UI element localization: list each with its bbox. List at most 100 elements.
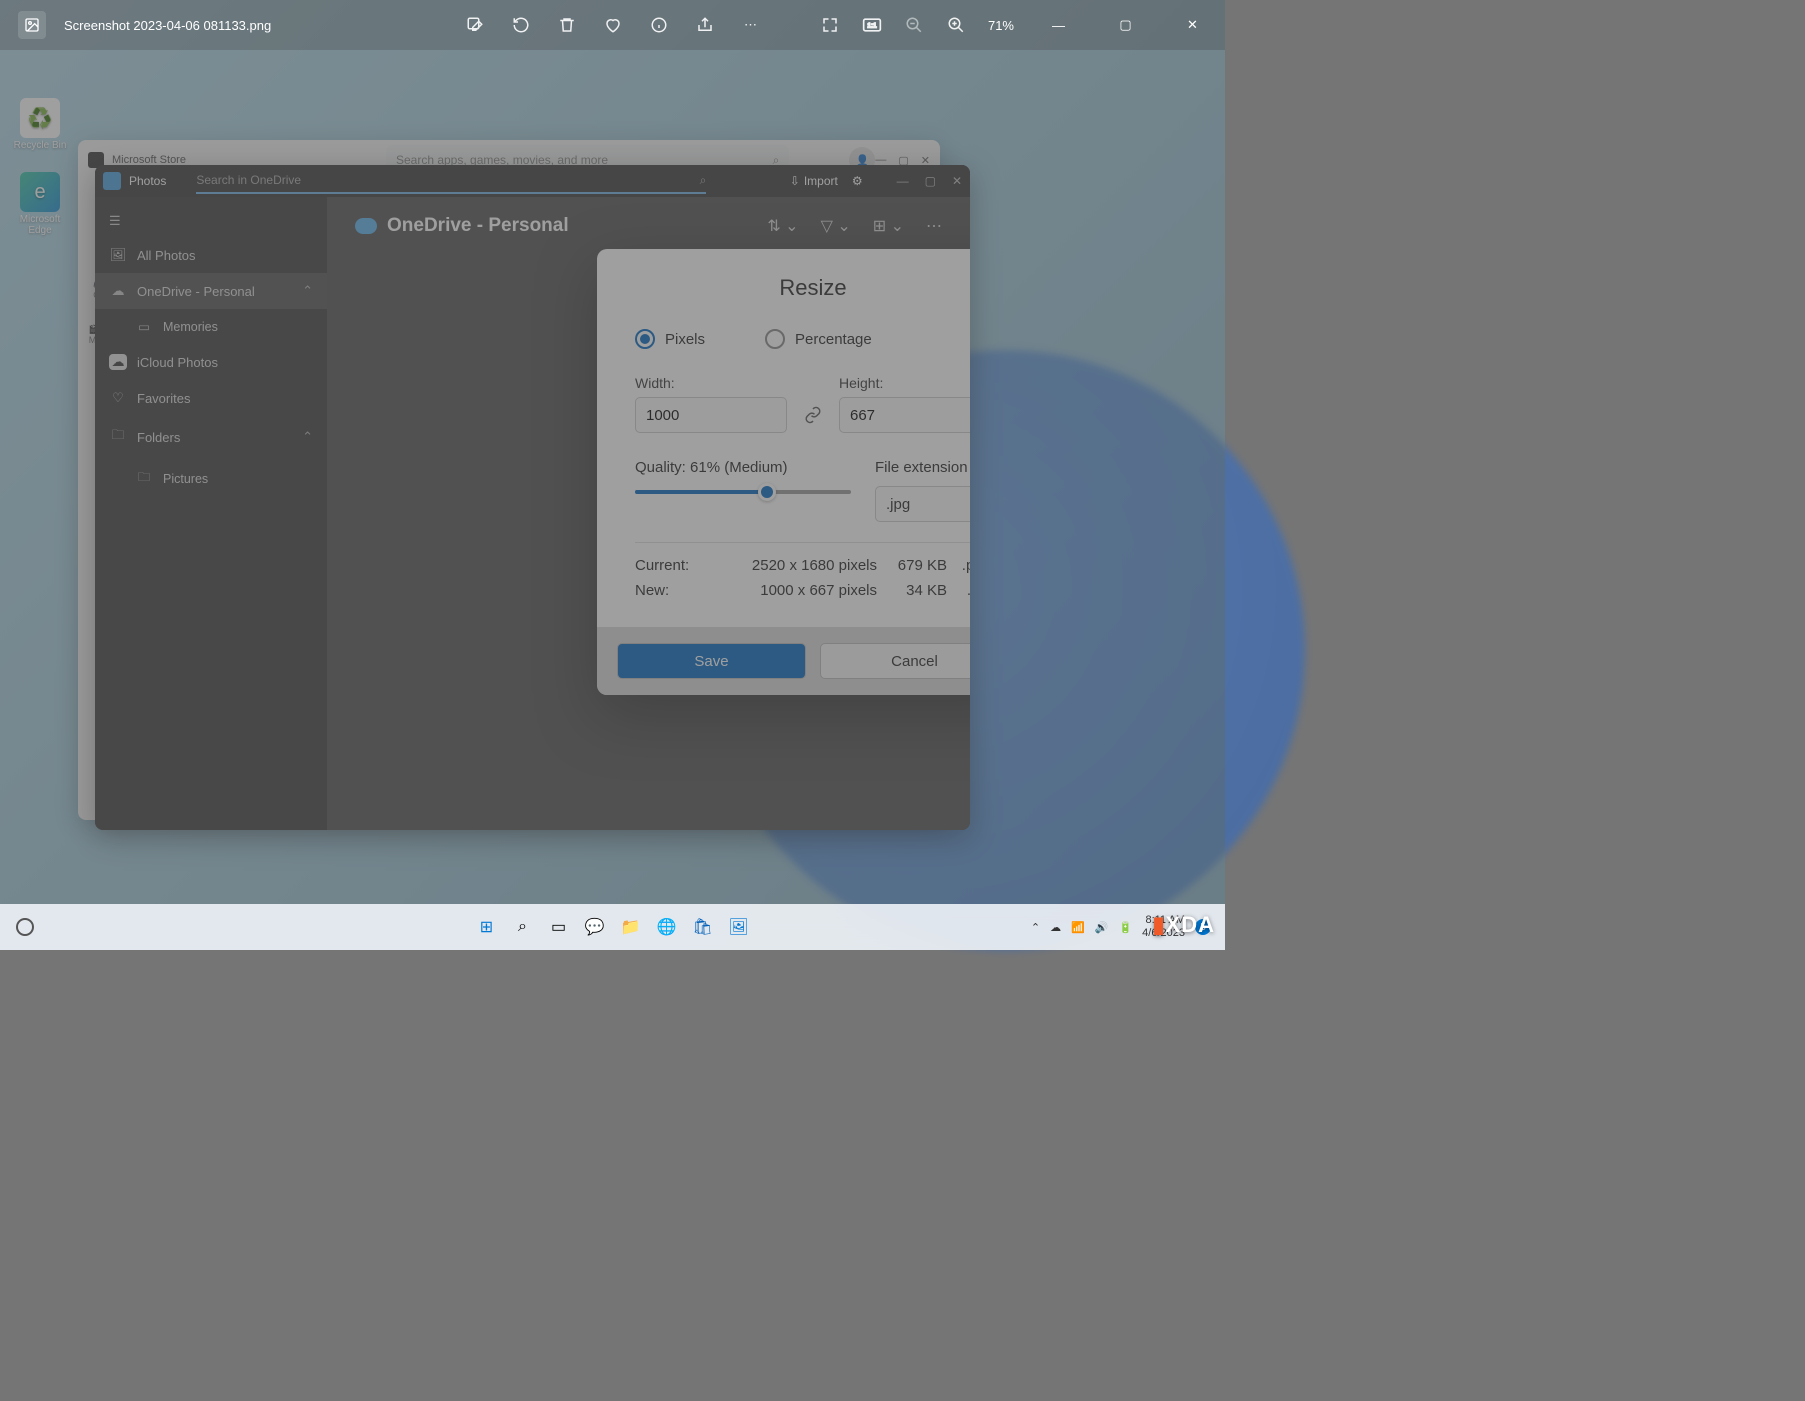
import-button[interactable]: ⇩Import xyxy=(790,174,838,188)
sort-icon[interactable]: ⇅ ⌄ xyxy=(767,216,798,236)
minimize-button[interactable]: — xyxy=(1036,5,1081,45)
explorer-icon[interactable]: 📁 xyxy=(617,913,645,941)
folder-icon: 🗀 xyxy=(109,426,127,448)
tray-chevron-icon[interactable]: ⌃ xyxy=(1031,921,1040,934)
current-dims: 2520 x 1680 pixels xyxy=(725,557,887,574)
dialog-title: Resize xyxy=(635,275,970,301)
sidebar-item-pictures[interactable]: 🗀Pictures xyxy=(95,458,327,499)
sidebar-item-onedrive[interactable]: ☁OneDrive - Personal⌃ xyxy=(95,273,327,309)
favorite-icon[interactable] xyxy=(603,15,623,35)
desktop-icon-edge[interactable]: e Microsoft Edge xyxy=(10,172,70,236)
quality-slider[interactable] xyxy=(635,490,851,494)
cancel-button[interactable]: Cancel xyxy=(820,643,970,679)
cloud-icon xyxy=(355,218,377,234)
file-name: Screenshot 2023-04-06 081133.png xyxy=(64,18,271,33)
photos-taskbar-icon[interactable]: 🖼 xyxy=(725,913,753,941)
save-button[interactable]: Save xyxy=(617,643,806,679)
resize-dialog: Resize Pixels Percentage Width xyxy=(597,249,970,695)
photos-search-placeholder: Search in OneDrive xyxy=(196,173,699,187)
edge-taskbar-icon[interactable]: 🌐 xyxy=(653,913,681,941)
sidebar-item-folders[interactable]: 🗀Folders⌃ xyxy=(95,416,327,458)
watermark: ▮XDA xyxy=(1152,912,1215,938)
maximize-button[interactable]: ▢ xyxy=(1103,5,1148,45)
rotate-icon[interactable] xyxy=(511,15,531,35)
new-size: 34 KB xyxy=(887,582,947,599)
edge-icon: e xyxy=(20,172,60,212)
divider xyxy=(635,542,970,543)
fullscreen-icon[interactable] xyxy=(820,15,840,35)
filter-icon[interactable]: ▽ ⌄ xyxy=(821,216,851,236)
share-icon[interactable] xyxy=(695,15,715,35)
new-info-row: New: 1000 x 667 pixels 34 KB .jpg xyxy=(635,582,970,599)
close-button[interactable]: ✕ xyxy=(1170,5,1215,45)
start-button[interactable]: ⊞ xyxy=(473,913,501,941)
battery-icon[interactable]: 🔋 xyxy=(1118,921,1132,934)
settings-icon[interactable]: ⚙ xyxy=(852,174,863,188)
sidebar-item-memories[interactable]: ▭Memories xyxy=(95,309,327,344)
sidebar-item-favorites[interactable]: ♡Favorites xyxy=(95,380,327,416)
photos-app-title: Photos xyxy=(129,174,166,188)
taskbar-search[interactable]: ⌕ xyxy=(509,913,537,941)
current-size: 679 KB xyxy=(887,557,947,574)
slider-thumb[interactable] xyxy=(758,483,776,501)
desktop-icon-label: Microsoft Edge xyxy=(20,214,61,236)
widgets-icon[interactable] xyxy=(16,918,34,936)
width-label: Width: xyxy=(635,375,787,391)
actual-size-icon[interactable]: 1:1 xyxy=(862,15,882,35)
photos-main: OneDrive - Personal ⇅ ⌄ ▽ ⌄ ⊞ ⌄ ⋯ Resize… xyxy=(327,197,970,830)
icloud-icon: ☁ xyxy=(109,354,127,370)
delete-icon[interactable] xyxy=(557,15,577,35)
edit-image-icon[interactable] xyxy=(465,15,485,35)
photos-titlebar: Photos Search in OneDrive ⌕ ⇩Import ⚙ — … xyxy=(95,165,970,197)
photo-viewer-app-icon xyxy=(18,11,46,39)
width-input[interactable] xyxy=(635,397,787,433)
zoom-out-icon[interactable] xyxy=(904,15,924,35)
store-taskbar-icon[interactable]: 🛍 xyxy=(689,913,717,941)
radio-percentage[interactable]: Percentage xyxy=(765,329,872,349)
photos-window: Photos Search in OneDrive ⌕ ⇩Import ⚙ — … xyxy=(95,165,970,830)
current-ext: .png xyxy=(947,557,970,574)
radio-unchecked-icon xyxy=(765,329,785,349)
heart-icon: ♡ xyxy=(109,390,127,406)
zoom-in-icon[interactable] xyxy=(946,15,966,35)
info-icon[interactable] xyxy=(649,15,669,35)
new-ext: .jpg xyxy=(947,582,970,599)
maximize-icon[interactable]: ▢ xyxy=(925,174,936,188)
photos-app-icon xyxy=(103,172,121,190)
memories-icon: ▭ xyxy=(135,319,153,334)
link-aspect-icon[interactable] xyxy=(801,397,825,433)
sidebar-item-icloud[interactable]: ☁iCloud Photos xyxy=(95,344,327,380)
photo-viewer-titlebar: Screenshot 2023-04-06 081133.png ⋯ 1:1 7… xyxy=(0,0,1225,50)
hamburger-icon[interactable]: ☰ xyxy=(95,205,327,237)
more-icon[interactable]: ⋯ xyxy=(741,15,761,35)
photos-sidebar: ☰ 🖼All Photos ☁OneDrive - Personal⌃ ▭Mem… xyxy=(95,197,327,830)
cloud-icon: ☁ xyxy=(109,283,127,299)
desktop-icon-recycle[interactable]: ♻️ Recycle Bin xyxy=(10,98,70,151)
radio-pixels[interactable]: Pixels xyxy=(635,329,705,349)
watermark-x: ▮ xyxy=(1152,912,1165,937)
minimize-icon[interactable]: — xyxy=(897,174,909,188)
new-dims: 1000 x 667 pixels xyxy=(725,582,887,599)
wifi-icon[interactable]: 📶 xyxy=(1071,921,1085,934)
recycle-bin-icon: ♻️ xyxy=(20,98,60,138)
task-view-icon[interactable]: ▭ xyxy=(545,913,573,941)
height-label: Height: xyxy=(839,375,970,391)
zoom-level: 71% xyxy=(988,18,1014,33)
chat-icon[interactable]: 💬 xyxy=(581,913,609,941)
photos-search[interactable]: Search in OneDrive ⌕ xyxy=(196,168,706,194)
taskbar: ⊞ ⌕ ▭ 💬 📁 🌐 🛍 🖼 ⌃ ☁ 📶 🔊 🔋 8:11 AM 4/6/20… xyxy=(0,904,1225,950)
grid-icon[interactable]: ⊞ ⌄ xyxy=(873,216,904,236)
radio-checked-icon xyxy=(635,329,655,349)
main-title: OneDrive - Personal xyxy=(387,215,569,237)
sidebar-item-all-photos[interactable]: 🖼All Photos xyxy=(95,237,327,273)
extension-label: File extension xyxy=(875,459,970,476)
chevron-down-icon: ⌄ xyxy=(967,495,970,513)
onedrive-tray-icon[interactable]: ☁ xyxy=(1050,921,1061,934)
extension-select[interactable]: .jpg ⌄ xyxy=(875,486,970,522)
height-input[interactable] xyxy=(839,397,970,433)
chevron-up-icon: ⌃ xyxy=(302,429,313,445)
search-icon: ⌕ xyxy=(700,173,707,188)
volume-icon[interactable]: 🔊 xyxy=(1095,921,1109,934)
more-icon[interactable]: ⋯ xyxy=(926,216,942,236)
close-icon[interactable]: ✕ xyxy=(952,174,962,188)
